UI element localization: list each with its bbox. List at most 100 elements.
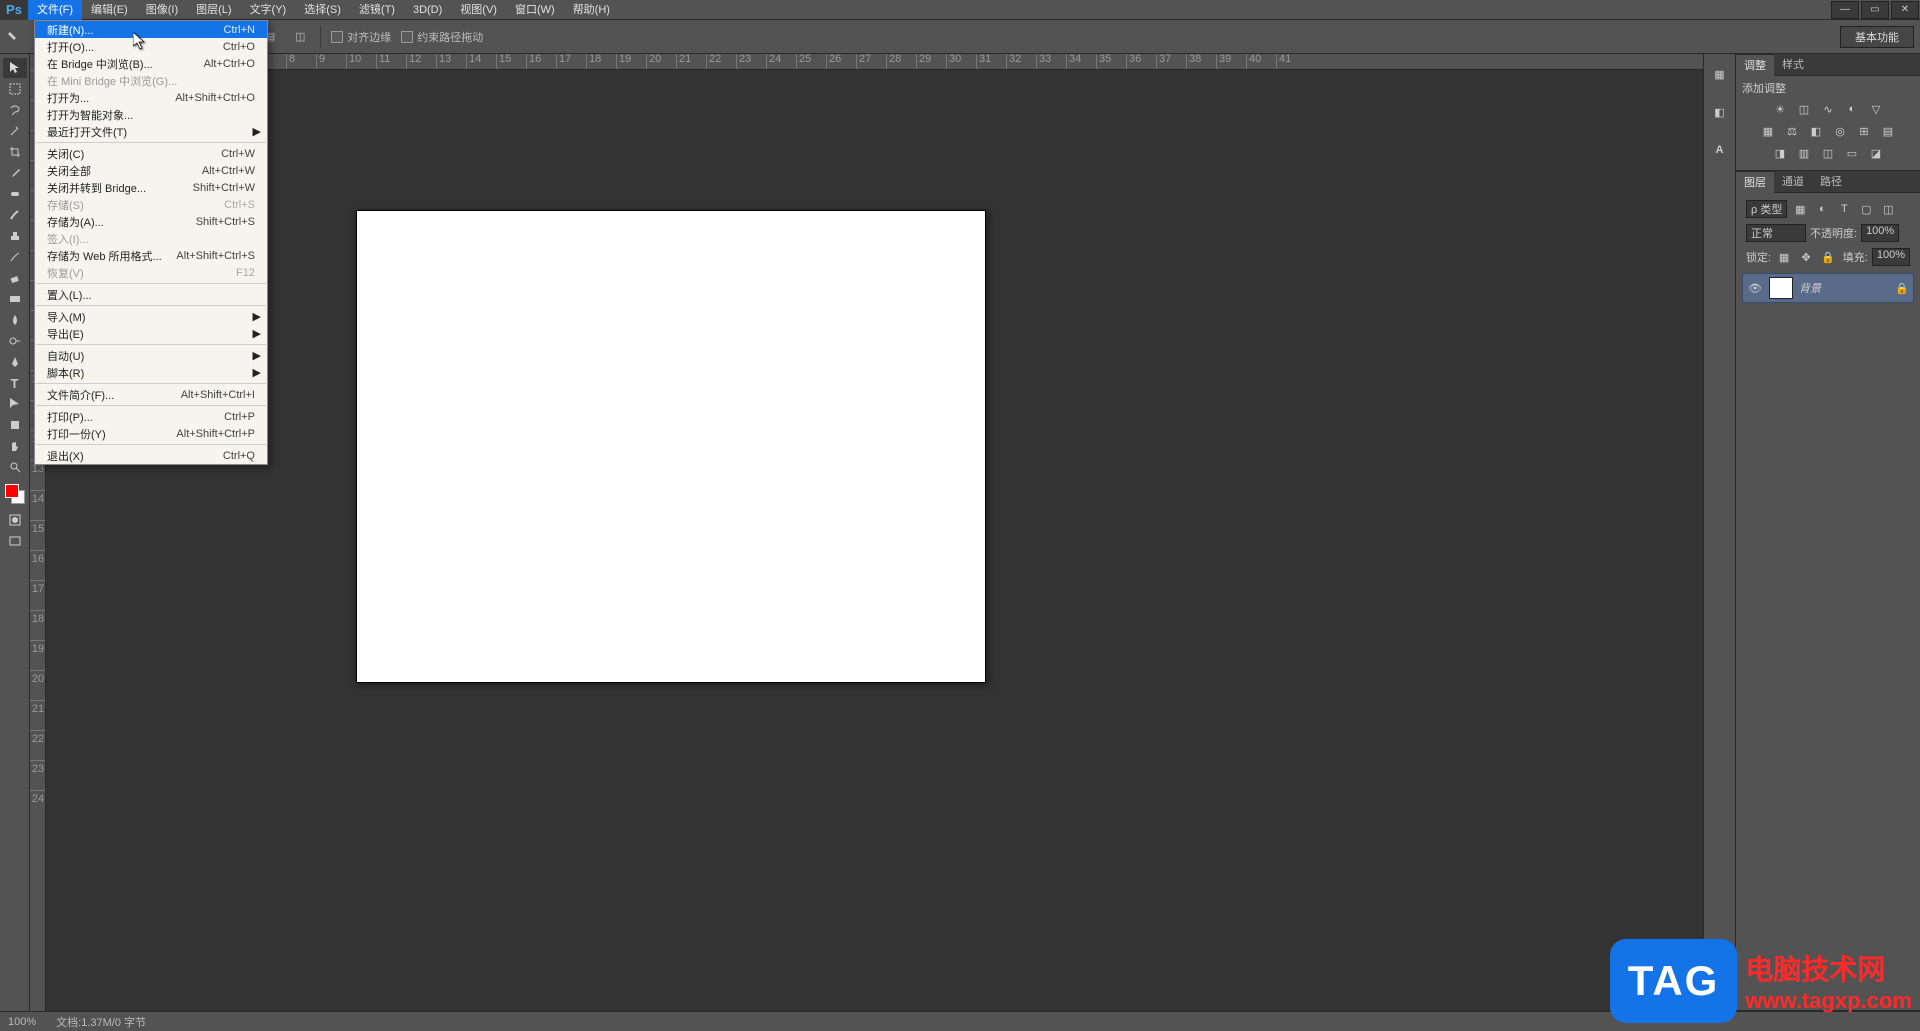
file-menu-item-10[interactable]: 关闭并转到 Bridge...Shift+Ctrl+W [35, 179, 267, 196]
marquee-tool[interactable] [3, 79, 27, 99]
zoom-level[interactable]: 100% [8, 1016, 36, 1028]
align-icon-3[interactable]: ◫ [290, 27, 310, 47]
paths-tab[interactable]: 路径 [1812, 171, 1850, 193]
wand-tool[interactable] [3, 121, 27, 141]
photofilter-icon[interactable]: ◎ [1831, 122, 1849, 140]
hand-tool[interactable] [3, 436, 27, 456]
file-menu-item-15[interactable]: 恢复(V)F12 [35, 264, 267, 281]
close-button[interactable]: ✕ [1891, 1, 1919, 19]
filter-type-icon[interactable]: T [1835, 200, 1853, 218]
layers-tab[interactable]: 图层 [1736, 171, 1774, 193]
color-panel-icon[interactable]: ◧ [1710, 102, 1730, 122]
type-tool[interactable]: T [3, 373, 27, 393]
lasso-tool[interactable] [3, 100, 27, 120]
menu-4[interactable]: 文字(Y) [241, 0, 296, 20]
layer-filter[interactable]: ρ 类型 [1746, 200, 1787, 218]
quickmask-tool[interactable] [3, 510, 27, 530]
menu-10[interactable]: 帮助(H) [564, 0, 619, 20]
document-info[interactable]: 文档:1.37M/0 字节 [56, 1014, 146, 1030]
menu-1[interactable]: 编辑(E) [82, 0, 137, 20]
blend-mode-select[interactable]: 正常 [1746, 224, 1806, 242]
file-menu-item-1[interactable]: 打开(O)...Ctrl+O [35, 38, 267, 55]
bw-icon[interactable]: ◧ [1807, 122, 1825, 140]
threshold-icon[interactable]: ◫ [1819, 144, 1837, 162]
file-menu-item-3[interactable]: 在 Mini Bridge 中浏览(G)... [35, 72, 267, 89]
file-menu-item-6[interactable]: 最近打开文件(T)▶ [35, 123, 267, 140]
menu-8[interactable]: 视图(V) [451, 0, 506, 20]
lock-position-icon[interactable]: ✥ [1797, 248, 1815, 266]
file-menu-item-12[interactable]: 存储为(A)...Shift+Ctrl+S [35, 213, 267, 230]
eyedropper-tool[interactable] [3, 163, 27, 183]
maximize-button[interactable]: ▭ [1861, 1, 1889, 19]
selective-icon[interactable]: ◪ [1867, 144, 1885, 162]
lock-all-icon[interactable]: 🔒 [1819, 248, 1837, 266]
visibility-icon[interactable]: 👁 [1747, 282, 1763, 295]
workspace-switcher[interactable]: 基本功能 [1840, 26, 1914, 48]
pen-tool[interactable] [3, 352, 27, 372]
hue-icon[interactable]: ▦ [1759, 122, 1777, 140]
character-panel-icon[interactable]: A [1710, 140, 1730, 160]
file-menu-item-5[interactable]: 打开为智能对象... [35, 106, 267, 123]
stamp-tool[interactable] [3, 226, 27, 246]
color-swatches[interactable] [5, 484, 25, 504]
filter-img-icon[interactable]: ▦ [1791, 200, 1809, 218]
path-select-tool[interactable] [3, 394, 27, 414]
menu-5[interactable]: 选择(S) [295, 0, 350, 20]
document-canvas[interactable] [356, 210, 986, 683]
brush-tool[interactable] [3, 205, 27, 225]
layer-thumbnail[interactable] [1769, 277, 1793, 299]
zoom-tool[interactable] [3, 457, 27, 477]
file-menu-item-9[interactable]: 关闭全部Alt+Ctrl+W [35, 162, 267, 179]
menu-0[interactable]: 文件(F) [28, 0, 82, 20]
colorbalance-icon[interactable]: ⚖ [1783, 122, 1801, 140]
lock-pixels-icon[interactable]: ▦ [1775, 248, 1793, 266]
styles-tab[interactable]: 样式 [1774, 54, 1812, 76]
file-menu-item-20[interactable]: 导出(E)▶ [35, 325, 267, 342]
constrain-checkbox[interactable] [401, 31, 413, 43]
filter-adj-icon[interactable]: ◐ [1813, 200, 1831, 218]
file-menu-item-22[interactable]: 自动(U)▶ [35, 347, 267, 364]
history-brush-tool[interactable] [3, 247, 27, 267]
filter-smart-icon[interactable]: ◫ [1879, 200, 1897, 218]
gradient-tool[interactable] [3, 289, 27, 309]
horizontal-ruler[interactable]: 0123456789101112131415161718192021222324… [46, 54, 1703, 70]
channels-tab[interactable]: 通道 [1774, 171, 1812, 193]
menu-2[interactable]: 图像(I) [137, 0, 187, 20]
curves-icon[interactable]: ∿ [1819, 100, 1837, 118]
file-menu-item-23[interactable]: 脚本(R)▶ [35, 364, 267, 381]
file-menu-item-2[interactable]: 在 Bridge 中浏览(B)...Alt+Ctrl+O [35, 55, 267, 72]
file-menu-item-27[interactable]: 打印(P)...Ctrl+P [35, 408, 267, 425]
levels-icon[interactable]: ◫ [1795, 100, 1813, 118]
brightness-icon[interactable]: ☀ [1771, 100, 1789, 118]
menu-6[interactable]: 滤镜(T) [350, 0, 404, 20]
filter-shape-icon[interactable]: ▢ [1857, 200, 1875, 218]
opacity-input[interactable]: 100% [1861, 224, 1899, 242]
snap-checkbox[interactable] [331, 31, 343, 43]
file-menu-item-14[interactable]: 存储为 Web 所用格式...Alt+Shift+Ctrl+S [35, 247, 267, 264]
shape-tool[interactable] [3, 415, 27, 435]
dodge-tool[interactable] [3, 331, 27, 351]
file-menu-item-11[interactable]: 存储(S)Ctrl+S [35, 196, 267, 213]
file-menu-item-4[interactable]: 打开为...Alt+Shift+Ctrl+O [35, 89, 267, 106]
file-menu-item-17[interactable]: 置入(L)... [35, 286, 267, 303]
minimize-button[interactable]: — [1831, 1, 1859, 19]
file-menu-item-19[interactable]: 导入(M)▶ [35, 308, 267, 325]
screenmode-tool[interactable] [3, 531, 27, 551]
file-menu-item-30[interactable]: 退出(X)Ctrl+Q [35, 447, 267, 464]
foreground-color[interactable] [5, 484, 19, 498]
history-panel-icon[interactable]: ▦ [1710, 64, 1730, 84]
exposure-icon[interactable]: ◐ [1843, 100, 1861, 118]
posterize-icon[interactable]: ▥ [1795, 144, 1813, 162]
menu-9[interactable]: 窗口(W) [506, 0, 564, 20]
file-menu-item-13[interactable]: 签入(I)... [35, 230, 267, 247]
file-menu-item-8[interactable]: 关闭(C)Ctrl+W [35, 145, 267, 162]
invert-icon[interactable]: ◨ [1771, 144, 1789, 162]
vibrance-icon[interactable]: ▽ [1867, 100, 1885, 118]
channelmixer-icon[interactable]: ⊞ [1855, 122, 1873, 140]
eraser-tool[interactable] [3, 268, 27, 288]
crop-tool[interactable] [3, 142, 27, 162]
gradientmap-icon[interactable]: ▭ [1843, 144, 1861, 162]
adjustments-tab[interactable]: 调整 [1736, 54, 1774, 76]
file-menu-item-25[interactable]: 文件简介(F)...Alt+Shift+Ctrl+I [35, 386, 267, 403]
colorlookup-icon[interactable]: ▤ [1879, 122, 1897, 140]
